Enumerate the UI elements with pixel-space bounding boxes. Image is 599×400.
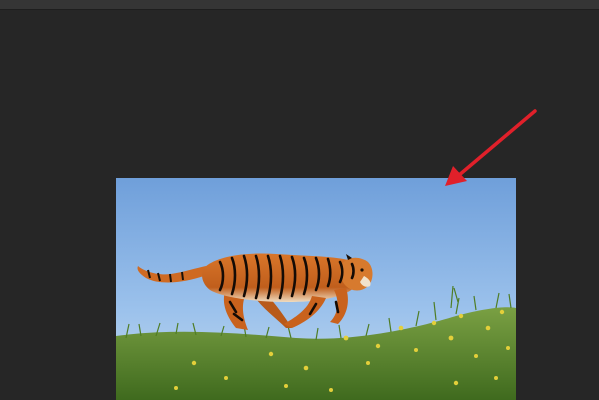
options-bar bbox=[0, 0, 599, 10]
document-canvas[interactable] bbox=[116, 178, 516, 400]
tiger-photo bbox=[116, 178, 516, 400]
photo-editor-workspace bbox=[0, 0, 599, 400]
